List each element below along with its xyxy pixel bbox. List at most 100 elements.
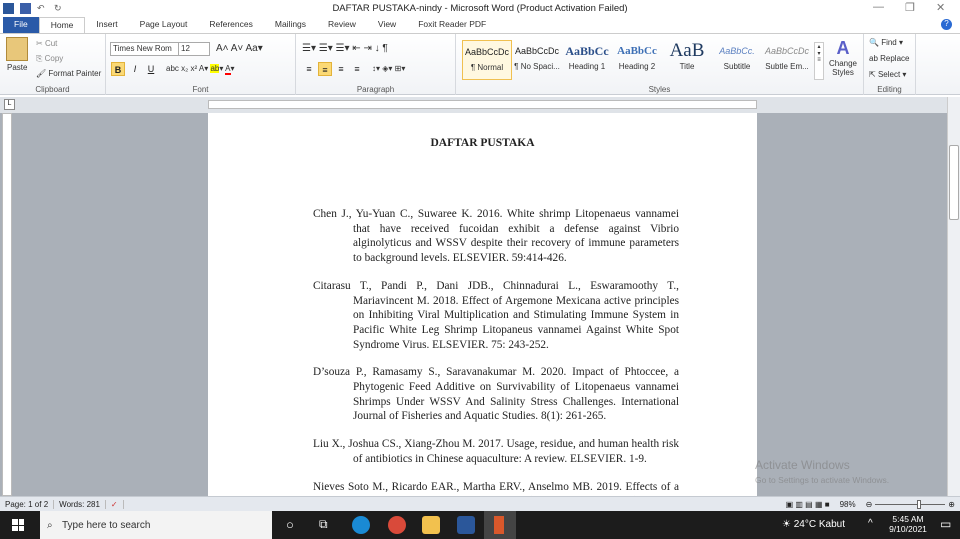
italic-button[interactable]: I [128,62,142,76]
list-buttons[interactable]: ☰▾ ☰▾ ☰▾ ⇤ ⇥ ↓ ¶ [302,43,388,54]
style-heading-2[interactable]: AaBbCc Heading 2 [612,40,662,80]
active-app-button[interactable] [484,511,516,539]
style-sample: AaBbCcDc [764,46,809,56]
style-sample: AaBbCc [565,44,609,58]
vertical-ruler[interactable] [2,113,12,496]
zoom-slider[interactable]: ⊖ ⊕ [861,499,960,509]
font-format-buttons[interactable]: abc x₂ x² A▾ ab▾ A▾ [166,64,235,75]
justify-button[interactable]: ≡ [350,62,364,76]
style-sample: AaBbCc. [719,46,755,56]
document-page[interactable]: DAFTAR PUSTAKA Chen J., Yu-Yuan C., Suwa… [208,113,757,496]
clock[interactable]: 5:45 AM 9/10/2021 [884,514,932,534]
close-button[interactable]: ✕ [936,1,945,14]
style-name: Heading 2 [618,62,656,71]
tab-home[interactable]: Home [38,17,86,33]
tab-mailings[interactable]: Mailings [264,17,317,33]
tray-chevron-icon[interactable]: ^ [868,518,873,529]
font-name-select[interactable]: Times New Rom [110,42,182,56]
minimize-button[interactable]: — [873,1,884,13]
scrollbar-thumb[interactable] [949,145,959,220]
align-left-button[interactable]: ≡ [302,62,316,76]
proofing-icon[interactable]: ✓ [106,499,124,509]
view-buttons[interactable]: ▣ ▥ ▤ ▦ ■ [781,500,835,509]
cut-button[interactable]: ✂ Cut [36,39,57,48]
zoom-level[interactable]: 98% [835,500,861,509]
reference-entry: Nieves Soto M., Ricardo EAR., Martha ERV… [313,480,679,496]
date: 9/10/2021 [889,524,927,534]
style-name: Heading 1 [568,62,606,71]
ribbon-tabs: File Home Insert Page Layout References … [0,17,960,34]
reference-list: Chen J., Yu-Yuan C., Suwaree K. 2016. Wh… [313,207,679,496]
style-sample: AaBbCcDc [514,46,559,56]
styles-scroll[interactable]: ▴ ▾ ≡ [814,42,824,80]
file-explorer-icon[interactable] [422,516,440,534]
select-button[interactable]: ⇱ Select ▾ [869,70,906,79]
page-count[interactable]: Page: 1 of 2 [0,499,55,509]
time: 5:45 AM [892,514,924,524]
paragraph-label: Paragraph [356,85,395,94]
tab-page-layout[interactable]: Page Layout [129,17,199,33]
tab-view[interactable]: View [367,17,407,33]
tab-foxit[interactable]: Foxit Reader PDF [407,17,497,33]
tab-selector[interactable]: L [4,99,15,110]
edge-icon[interactable] [352,516,370,534]
tab-references[interactable]: References [198,17,263,33]
change-styles-label: Change Styles [828,59,858,77]
style-title[interactable]: AaB Title [662,40,712,80]
window-title: DAFTAR PUSTAKA-nindy - Microsoft Word (P… [332,3,628,14]
copy-button[interactable]: ⎘ Copy [36,54,63,64]
tab-insert[interactable]: Insert [85,17,128,33]
tab-review[interactable]: Review [317,17,367,33]
reference-entry: Liu X., Joshua CS., Xiang-Zhou M. 2017. … [313,438,679,465]
help-icon[interactable]: ? [941,19,952,30]
word-count[interactable]: Words: 281 [54,499,106,509]
activation-watermark: Activate Windows [755,458,850,472]
weather-widget[interactable]: ☀ 24°C Kabut [782,519,845,530]
align-center-button[interactable]: ≡ [318,62,332,76]
style-name: ¶ No Spaci... [514,62,560,71]
style-subtitle[interactable]: AaBbCc. Subtitle [712,40,762,80]
replace-label: Replace [880,54,910,63]
format-painter-label: Format Painter [48,69,102,78]
taskbar-search[interactable]: ⌕ Type here to search [40,511,272,539]
style-name: Subtitle [723,62,751,71]
search-placeholder: Type here to search [62,519,151,531]
notification-icon[interactable]: ▭ [940,517,951,531]
tab-file[interactable]: File [3,17,39,33]
style-sample: AaBbCcDc [464,47,509,57]
bold-button[interactable]: B [111,62,125,76]
start-button[interactable] [12,519,24,531]
copy-label: Copy [44,54,64,63]
replace-button[interactable]: ab Replace [869,54,909,63]
find-button[interactable]: 🔍 Find ▾ [869,38,903,47]
horizontal-ruler[interactable] [208,100,757,109]
format-painter-button[interactable]: 🖌 Format Painter [36,69,101,78]
spacing-shading-buttons[interactable]: ↕▾ ◈▾ ⊞▾ [372,64,405,73]
grow-font-button[interactable]: A˄ A˅ Aa▾ [216,43,263,54]
word-taskbar-icon[interactable] [457,516,475,534]
style-heading-1[interactable]: AaBbCc Heading 1 [562,40,612,80]
title-bar: ↶ ↻ DAFTAR PUSTAKA-nindy - Microsoft Wor… [0,0,960,17]
align-right-button[interactable]: ≡ [334,62,348,76]
editing-label: Editing [877,85,902,94]
restore-button[interactable]: ❐ [905,1,915,14]
chrome-icon[interactable] [388,516,406,534]
task-view-icon[interactable]: ⧉ [319,517,328,532]
cortana-icon[interactable]: ○ [286,517,294,532]
underline-button[interactable]: U [144,62,158,76]
paste-icon[interactable] [6,37,28,61]
editing-group: 🔍 Find ▾ ab Replace ⇱ Select ▾ Editing [864,34,916,95]
styles-group: AaBbCcDc ¶ Normal AaBbCcDc ¶ No Spaci... A… [456,34,864,95]
document-heading: DAFTAR PUSTAKA [430,137,535,149]
style-subtle-emphasis[interactable]: AaBbCcDc Subtle Em... [762,40,812,80]
change-styles-button[interactable]: A Change Styles [826,38,860,77]
select-label: Select [877,70,901,79]
style-normal[interactable]: AaBbCcDc ¶ Normal [462,40,512,80]
change-styles-icon: A [836,38,850,58]
paste-button[interactable]: Paste [7,63,27,72]
style-no-spacing[interactable]: AaBbCcDc ¶ No Spaci... [512,40,562,80]
styles-label: Styles [648,85,671,94]
font-size-select[interactable]: 12 [178,42,210,56]
cut-label: Cut [44,39,58,48]
style-name: Title [679,62,695,71]
